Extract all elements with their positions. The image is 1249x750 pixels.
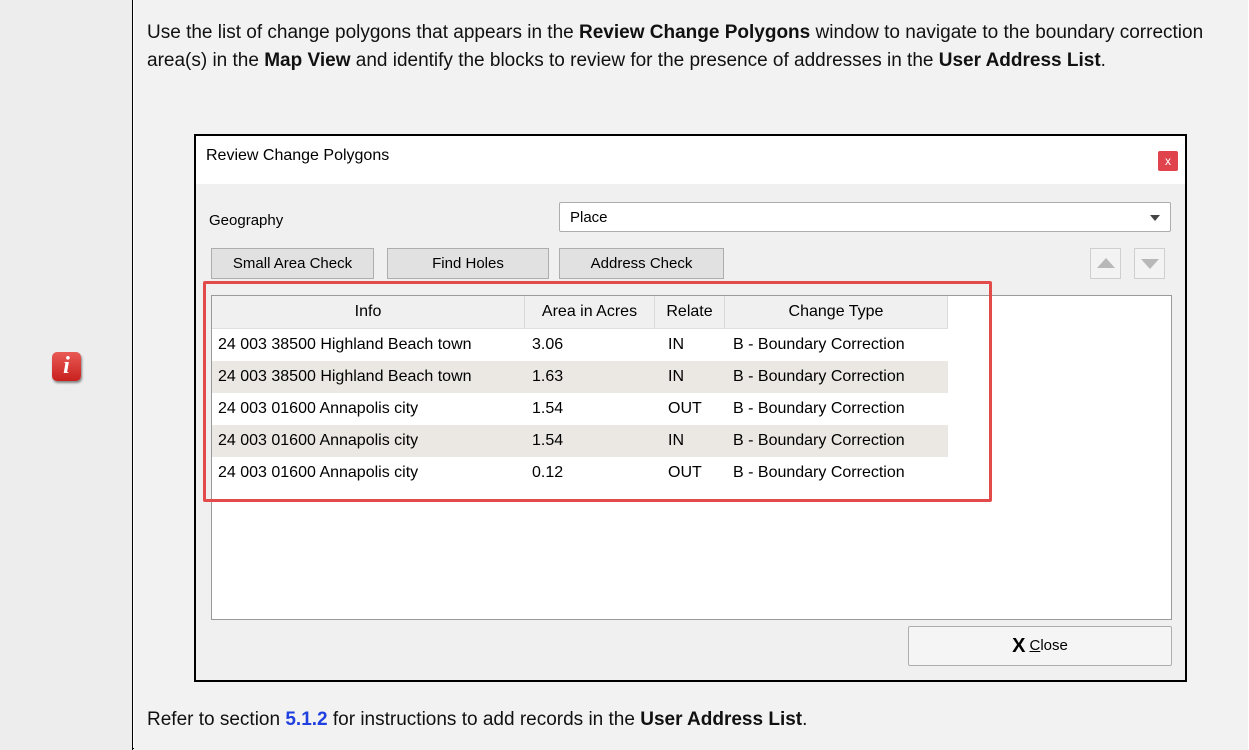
review-change-polygons-dialog: Review Change Polygons x Geography Place… xyxy=(194,134,1187,682)
geography-select-value: Place xyxy=(570,209,608,226)
move-down-button[interactable] xyxy=(1134,248,1165,279)
refer-paragraph: Refer to section 5.1.2 for instructions … xyxy=(147,709,808,730)
geography-label: Geography xyxy=(209,212,284,229)
column-header-area[interactable]: Area in Acres xyxy=(525,296,655,328)
table-row[interactable]: 24 003 38500 Highland Beach town 3.06 IN… xyxy=(212,329,948,361)
cell-info: 24 003 01600 Annapolis city xyxy=(218,400,419,417)
cell-change-type: B - Boundary Correction xyxy=(733,336,905,353)
address-check-button[interactable]: Address Check xyxy=(559,248,724,279)
arrow-up-icon xyxy=(1097,258,1115,268)
cell-area: 0.12 xyxy=(532,464,564,481)
chevron-down-icon xyxy=(1150,215,1160,221)
table-row[interactable]: 24 003 38500 Highland Beach town 1.63 IN… xyxy=(212,361,948,393)
cell-change-type: B - Boundary Correction xyxy=(733,368,905,385)
table-row[interactable]: 24 003 01600 Annapolis city 1.54 IN B - … xyxy=(212,425,948,457)
arrow-down-icon xyxy=(1141,259,1159,269)
cell-area: 1.54 xyxy=(532,400,564,417)
cell-change-type: B - Boundary Correction xyxy=(733,464,905,481)
small-area-check-button[interactable]: Small Area Check xyxy=(211,248,374,279)
table-row[interactable]: 24 003 01600 Annapolis city 0.12 OUT B -… xyxy=(212,457,948,489)
info-icon: i xyxy=(52,352,81,381)
dialog-title: Review Change Polygons xyxy=(206,147,390,164)
cell-relate: OUT xyxy=(668,400,702,417)
intro-paragraph: Use the list of change polygons that app… xyxy=(147,22,1204,71)
section-link[interactable]: 5.1.2 xyxy=(285,709,327,730)
move-up-button[interactable] xyxy=(1090,248,1121,279)
close-label-rest: lose xyxy=(1040,637,1068,654)
cell-info: 24 003 01600 Annapolis city xyxy=(218,464,419,481)
icon-column: i xyxy=(0,0,133,750)
close-mnemonic: C xyxy=(1029,637,1041,654)
cell-change-type: B - Boundary Correction xyxy=(733,400,905,417)
cell-area: 1.54 xyxy=(532,432,564,449)
table-header: Info Area in Acres Relate Change Type xyxy=(212,296,948,329)
dialog-title-bar: Review Change Polygons x xyxy=(196,136,1185,184)
cell-info: 24 003 01600 Annapolis city xyxy=(218,432,419,449)
close-x-icon: X xyxy=(1012,635,1026,657)
cell-info: 24 003 38500 Highland Beach town xyxy=(218,336,472,353)
table-row[interactable]: 24 003 01600 Annapolis city 1.54 OUT B -… xyxy=(212,393,948,425)
cell-relate: IN xyxy=(668,336,684,353)
close-icon[interactable]: x xyxy=(1158,151,1178,171)
geography-select[interactable]: Place xyxy=(559,202,1171,232)
column-header-info[interactable]: Info xyxy=(212,296,525,328)
find-holes-button[interactable]: Find Holes xyxy=(387,248,549,279)
cell-area: 3.06 xyxy=(532,336,564,353)
cell-area: 1.63 xyxy=(532,368,564,385)
change-polygons-table: Info Area in Acres Relate Change Type 24… xyxy=(211,295,1172,620)
column-header-relate[interactable]: Relate xyxy=(655,296,725,328)
cell-change-type: B - Boundary Correction xyxy=(733,432,905,449)
column-header-change-type[interactable]: Change Type xyxy=(725,296,948,328)
cell-relate: IN xyxy=(668,368,684,385)
close-button[interactable]: X Close xyxy=(908,626,1172,666)
cell-relate: IN xyxy=(668,432,684,449)
cell-relate: OUT xyxy=(668,464,702,481)
cell-info: 24 003 38500 Highland Beach town xyxy=(218,368,472,385)
